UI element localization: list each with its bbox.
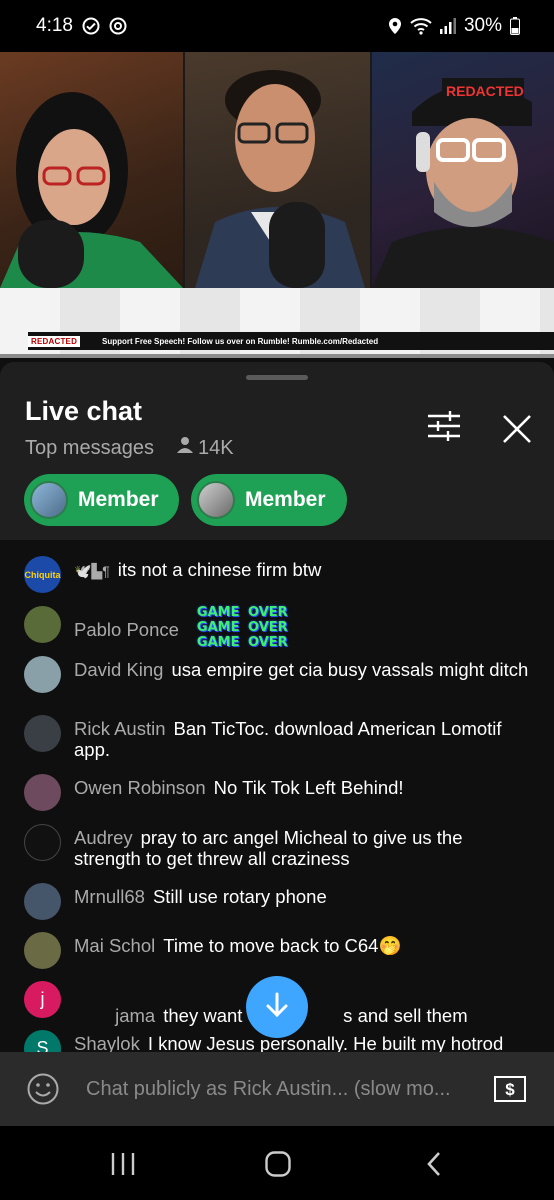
ticker-text: Support Free Speech! Follow us over on R… — [102, 336, 379, 346]
game-over-sticker: GAME OVER GAME OVER GAME OVER — [196, 605, 288, 650]
avatar — [24, 656, 61, 693]
close-icon[interactable] — [500, 412, 534, 446]
filter-label[interactable]: Top messages — [25, 437, 154, 460]
chat-message[interactable]: Audrey pray to arc angel Micheal to give … — [24, 824, 534, 869]
status-time: 4:18 — [36, 15, 73, 36]
arrow-down-icon — [262, 990, 292, 1025]
message-badges: 🕊️▙¶ — [74, 563, 110, 579]
message-author: Audrey — [74, 827, 133, 848]
message-author: Rick Austin — [74, 718, 166, 739]
location-icon — [388, 17, 402, 35]
super-chat-icon[interactable]: $ — [494, 1076, 526, 1102]
chat-message[interactable]: Rick Austin Ban TicToc. download American… — [24, 715, 534, 760]
message-text: Still use rotary phone — [152, 886, 327, 907]
chat-subtitle: Top messages 14K — [25, 436, 234, 460]
member-chip-label: Member — [78, 488, 159, 511]
chat-message[interactable]: Chiquita 🕊️▙¶ its not a chinese firm btw — [24, 556, 534, 593]
member-chip-label: Member — [245, 488, 326, 511]
avatar: Chiquita — [24, 556, 61, 593]
avatar — [24, 715, 61, 752]
back-icon[interactable] — [414, 1148, 454, 1180]
wifi-icon — [410, 17, 432, 35]
svg-text:$: $ — [505, 1080, 515, 1099]
message-author: Shaylok — [74, 1033, 140, 1052]
video-panel-left — [0, 52, 183, 288]
chat-title: Live chat — [25, 396, 143, 426]
chat-message[interactable]: Mai Schol Time to move back to C64🤭 — [24, 932, 534, 969]
avatar: S — [24, 1030, 61, 1052]
ticker-logo: REDACTED — [28, 335, 81, 347]
chat-message[interactable]: David King usa empire get cia busy vassal… — [24, 656, 534, 693]
video-panel-right: REDACTED — [372, 52, 554, 288]
avatar — [24, 883, 61, 920]
member-avatar-1 — [30, 481, 68, 519]
message-author: jama — [115, 1005, 156, 1026]
message-text: I know Jesus personally. He built my hot… — [147, 1033, 504, 1052]
avatar — [24, 932, 61, 969]
message-author: Mrnull68 — [74, 886, 145, 907]
home-icon[interactable] — [258, 1148, 298, 1180]
viewer-count: 14K — [197, 436, 234, 459]
member-avatar-2 — [197, 481, 235, 519]
recents-icon[interactable] — [103, 1148, 143, 1180]
message-author: Owen Robinson — [74, 777, 206, 798]
message-author: Pablo Ponce — [74, 619, 179, 640]
message-text: they want own s and sell them — [163, 1005, 468, 1026]
signal-icon — [439, 18, 456, 34]
message-text: its not a chinese firm btw — [117, 559, 322, 580]
battery-percent: 30% — [463, 15, 502, 36]
drag-handle[interactable] — [246, 375, 308, 380]
status-bar: 4:18 30% — [0, 0, 554, 52]
message-text: usa empire get cia busy vassals might di… — [171, 659, 529, 680]
scroll-to-bottom-button[interactable] — [246, 976, 308, 1038]
avatar — [24, 606, 61, 643]
video-ticker: REDACTED Support Free Speech! Follow us … — [28, 332, 554, 350]
chat-input-bar: $ — [0, 1052, 554, 1126]
viewer-count-group: 14K — [176, 436, 234, 460]
system-nav-bar — [0, 1126, 554, 1200]
check-circle-icon — [82, 17, 100, 35]
chat-message[interactable]: Owen Robinson No Tik Tok Left Behind! — [24, 774, 534, 811]
emoji-icon[interactable] — [26, 1072, 60, 1106]
message-author: David King — [74, 659, 164, 680]
person-icon — [176, 436, 194, 460]
message-text: No Tik Tok Left Behind! — [213, 777, 404, 798]
avatar — [24, 774, 61, 811]
chat-message[interactable]: Mrnull68 Still use rotary phone — [24, 883, 534, 920]
chat-message[interactable]: Pablo Ponce GAME OVER GAME OVER GAME OVE… — [24, 605, 534, 650]
cap-text: REDACTED — [446, 83, 524, 99]
video-progress-bar[interactable] — [0, 354, 554, 358]
member-chip-2[interactable]: Member — [191, 474, 347, 526]
member-chip-1[interactable]: Member — [24, 474, 179, 526]
video-player[interactable]: REDACTED REDACTED Support Free Speech! F… — [0, 52, 554, 358]
message-text: Time to move back to C64🤭 — [163, 935, 402, 956]
chat-input[interactable] — [86, 1074, 478, 1104]
avatar — [24, 824, 61, 861]
battery-icon — [510, 17, 520, 35]
video-panel-center — [185, 52, 370, 288]
message-author: Mai Schol — [74, 935, 156, 956]
avatar: j — [24, 981, 61, 1018]
threads-icon — [109, 17, 127, 35]
filter-icon[interactable] — [426, 410, 462, 442]
